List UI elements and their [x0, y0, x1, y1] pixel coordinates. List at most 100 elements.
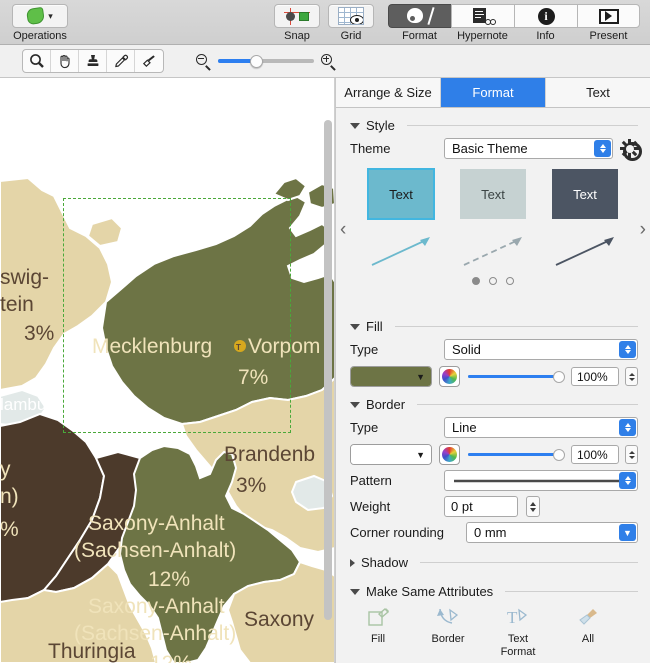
make-same-all-button[interactable]: All — [564, 607, 612, 659]
fill-type-stepper-icon[interactable] — [619, 341, 636, 358]
info-icon-box[interactable]: i — [514, 4, 577, 28]
section-style-title: Style — [366, 118, 395, 133]
tab-format-toolbar[interactable]: Format — [388, 4, 451, 42]
disclosure-triangle-fill-icon[interactable] — [350, 323, 360, 330]
page-dot-2[interactable] — [489, 277, 497, 285]
format-icon-box[interactable] — [388, 4, 451, 28]
map-label-thuringia2: Thuringia — [48, 640, 136, 663]
tab-format[interactable]: Format — [441, 78, 546, 107]
border-type-select[interactable]: Line — [444, 417, 638, 438]
style-swatch-1[interactable]: Text — [367, 168, 435, 220]
disclosure-triangle-make-same-icon[interactable] — [350, 588, 360, 595]
canvas-vertical-scrollbar[interactable] — [324, 120, 332, 620]
corner-rounding-select[interactable]: 0 mm ▼ — [466, 522, 638, 543]
snap-button-box[interactable] — [274, 4, 320, 28]
border-weight-stepper[interactable] — [526, 496, 540, 517]
style-swatch-2[interactable]: Text — [460, 169, 526, 219]
stamp-tool[interactable] — [79, 50, 107, 72]
snap-button[interactable]: Snap — [274, 0, 320, 42]
page-dot-3[interactable] — [506, 277, 514, 285]
zoom-out-icon[interactable] — [196, 53, 211, 71]
disclosure-triangle-border-icon[interactable] — [350, 401, 360, 408]
fill-type-select[interactable]: Solid — [444, 339, 638, 360]
border-pattern-select[interactable] — [444, 470, 638, 491]
chevron-down-icon: ▾ — [48, 10, 53, 21]
map-value-sa: 12% — [148, 568, 190, 591]
border-type-stepper-icon[interactable] — [619, 419, 636, 436]
hand-tool[interactable] — [51, 50, 79, 72]
text-format-icon: T — [507, 608, 528, 627]
fill-color-wheel-button[interactable] — [439, 366, 460, 387]
tab-text[interactable]: Text — [546, 78, 650, 107]
chevron-left-icon[interactable]: ‹ — [340, 219, 346, 241]
eyedropper-tool[interactable] — [107, 50, 135, 72]
make-same-fill-button[interactable]: Fill — [354, 607, 402, 659]
make-same-border-label: Border — [431, 633, 465, 645]
color-wheel-icon — [442, 369, 457, 384]
border-pattern-stepper-icon[interactable] — [619, 472, 636, 489]
grid-button-box[interactable] — [328, 4, 374, 28]
fill-color-chip[interactable]: ▼ — [350, 366, 432, 387]
border-weight-label: Weight — [350, 499, 391, 514]
chevron-down-icon[interactable]: ▼ — [619, 524, 636, 541]
border-pattern-label: Pattern — [350, 473, 392, 488]
section-border-title: Border — [366, 397, 406, 412]
chevron-right-icon[interactable]: › — [640, 219, 646, 241]
make-same-buttons: Fill Border T Text Format All — [336, 599, 650, 659]
section-rule — [417, 404, 638, 405]
fill-opacity-slider[interactable] — [468, 370, 565, 384]
arrow-preview-3[interactable] — [552, 233, 618, 269]
svg-text:T: T — [507, 608, 518, 627]
fill-opacity-value[interactable]: 100% — [571, 367, 619, 386]
make-same-border-button[interactable]: Border — [424, 607, 472, 659]
page-dot-1[interactable] — [472, 277, 480, 285]
disclosure-triangle-style-icon[interactable] — [350, 122, 360, 129]
zoom-slider[interactable] — [218, 53, 314, 69]
tab-info-toolbar[interactable]: i Info — [514, 4, 577, 42]
border-color-chip[interactable]: ▼ — [350, 444, 432, 465]
main-toolbar: ▾ Operations Snap Grid Format Hypernote … — [0, 0, 650, 45]
theme-select[interactable]: Basic Theme — [444, 138, 613, 159]
map-label-sa-line1: Saxony-Anhalt — [88, 512, 225, 535]
brush-tool[interactable] — [135, 50, 163, 72]
hand-icon — [59, 55, 70, 69]
style-swatch-3[interactable]: Text — [552, 169, 618, 219]
brush-icon — [142, 55, 155, 68]
make-same-textformat-button[interactable]: T Text Format — [494, 607, 542, 659]
border-opacity-stepper[interactable] — [625, 445, 638, 464]
fill-icon — [368, 608, 390, 626]
chevron-down-icon: ▼ — [416, 372, 425, 382]
section-shadow-header[interactable]: Shadow — [336, 543, 650, 570]
map-canvas[interactable]: swig- tein 3% lamburg Mecklenburg T Vorp… — [0, 78, 335, 663]
arrow-preview-2[interactable] — [460, 233, 526, 269]
tab-hypernote-toolbar[interactable]: Hypernote — [451, 4, 514, 42]
zoom-tool[interactable] — [23, 50, 51, 72]
hypernote-icon-box[interactable] — [451, 4, 514, 28]
make-same-textformat-label: Text Format — [500, 633, 536, 658]
tab-present-toolbar[interactable]: Present — [577, 4, 640, 42]
stamp-icon — [87, 55, 98, 66]
present-icon-box[interactable] — [577, 4, 640, 28]
theme-label: Theme — [350, 141, 391, 156]
section-style-header[interactable]: Style — [336, 108, 650, 133]
border-opacity-slider[interactable] — [468, 448, 565, 462]
gear-icon[interactable] — [620, 140, 642, 161]
section-fill-header[interactable]: Fill — [336, 309, 650, 334]
border-opacity-value[interactable]: 100% — [571, 445, 619, 464]
section-make-same-header[interactable]: Make Same Attributes — [336, 570, 650, 599]
zoom-in-icon[interactable] — [321, 53, 336, 71]
border-weight-value[interactable]: 0 pt — [444, 496, 518, 517]
section-rule — [505, 591, 638, 592]
operations-button-box[interactable]: ▾ — [12, 4, 68, 28]
operations-button[interactable]: ▾ Operations — [12, 0, 68, 42]
disclosure-triangle-shadow-icon[interactable] — [350, 558, 355, 567]
tab-arrange-size[interactable]: Arrange & Size — [336, 78, 441, 107]
fill-opacity-stepper[interactable] — [625, 367, 638, 386]
mode-segmented-control: Format Hypernote i Info Present — [388, 0, 640, 42]
brush-all-icon — [579, 609, 597, 625]
border-color-wheel-button[interactable] — [439, 444, 460, 465]
arrow-preview-1[interactable] — [368, 233, 434, 269]
theme-select-stepper-icon[interactable] — [594, 140, 611, 157]
section-border-header[interactable]: Border — [336, 387, 650, 412]
grid-button[interactable]: Grid — [328, 0, 374, 42]
